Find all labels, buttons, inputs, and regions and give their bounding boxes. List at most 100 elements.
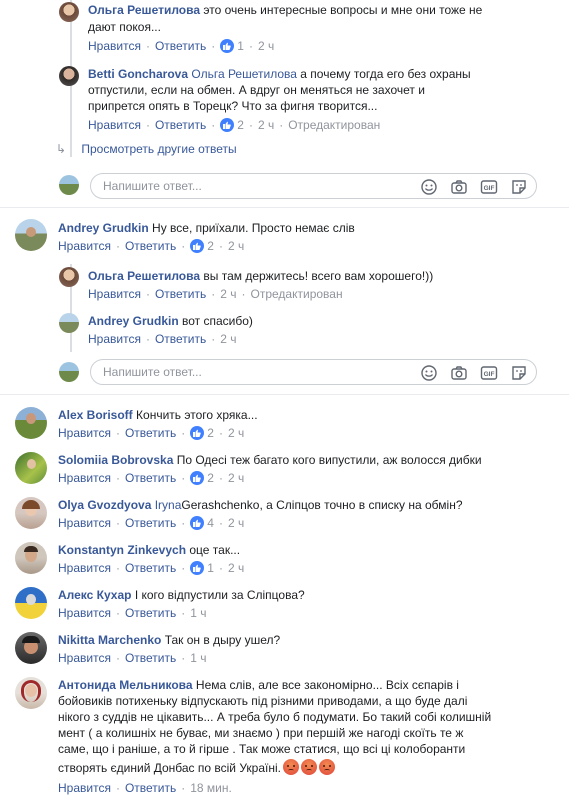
reply-link[interactable]: Ответить	[125, 515, 176, 531]
reply-link[interactable]: Ответить	[155, 331, 206, 347]
like-link[interactable]: Нравится	[58, 425, 111, 441]
author-name[interactable]: Антонида Мельникова	[58, 678, 193, 692]
comment-body: Так он в дыру ушел?	[164, 633, 281, 647]
reply-link[interactable]: Ответить	[155, 117, 206, 133]
timestamp[interactable]: 2 ч	[228, 515, 244, 531]
like-count[interactable]: 1	[207, 560, 214, 576]
reply-link[interactable]: Ответить	[125, 238, 176, 254]
avatar[interactable]	[15, 407, 47, 439]
like-reaction-icon[interactable]	[190, 239, 205, 253]
like-link[interactable]: Нравится	[58, 650, 111, 666]
timestamp[interactable]: 2 ч	[220, 286, 236, 302]
avatar[interactable]	[15, 219, 47, 251]
timestamp[interactable]: 2 ч	[228, 425, 244, 441]
reply-input[interactable]: Напишите ответ... GIF	[90, 359, 537, 385]
like-link[interactable]: Нравится	[58, 238, 111, 254]
mention-link[interactable]: Ольга Решетилова	[191, 67, 297, 81]
reply-link[interactable]: Ответить	[125, 425, 176, 441]
like-reaction-icon[interactable]	[190, 426, 205, 440]
author-name[interactable]: Konstantyn Zinkevych	[58, 543, 186, 557]
camera-icon[interactable]	[450, 364, 468, 382]
author-name[interactable]: Olya Gvozdyova	[58, 498, 151, 512]
like-reaction-icon[interactable]	[220, 39, 235, 53]
like-count[interactable]: 4	[207, 515, 214, 531]
like-link[interactable]: Нравится	[58, 605, 111, 621]
like-link[interactable]: Нравится	[58, 560, 111, 576]
avatar[interactable]	[59, 2, 79, 22]
avatar[interactable]	[15, 452, 47, 484]
author-name[interactable]: Andrey Grudkin	[58, 221, 149, 235]
edited-label[interactable]: Отредактирован	[288, 117, 380, 133]
avatar[interactable]	[59, 66, 79, 86]
timestamp[interactable]: 2 ч	[228, 560, 244, 576]
reply-link[interactable]: Ответить	[125, 470, 176, 486]
author-name[interactable]: Betti Goncharova	[88, 67, 188, 81]
like-count[interactable]: 2	[207, 470, 214, 486]
like-reaction-icon[interactable]	[220, 118, 235, 132]
view-more-replies[interactable]: ↳ Просмотреть другие ответы	[56, 141, 237, 157]
like-link[interactable]: Нравится	[58, 470, 111, 486]
like-reaction-icon[interactable]	[190, 471, 205, 485]
timestamp[interactable]: 1 ч	[190, 605, 206, 621]
reply-link[interactable]: Ответить	[125, 650, 176, 666]
like-reaction-icon[interactable]	[190, 516, 205, 530]
reply-link[interactable]: Ответить	[125, 560, 176, 576]
like-count[interactable]: 1	[237, 38, 244, 54]
timestamp[interactable]: 2 ч	[228, 238, 244, 254]
sticker-icon[interactable]	[510, 364, 528, 382]
avatar[interactable]	[15, 497, 47, 529]
reply-arrow-icon: ↳	[56, 142, 67, 156]
author-name[interactable]: Andrey Grudkin	[88, 314, 179, 328]
avatar[interactable]	[59, 313, 79, 333]
reply-link[interactable]: Ответить	[125, 780, 176, 796]
timestamp[interactable]: 2 ч	[258, 117, 274, 133]
mention-link[interactable]: Iryna	[155, 498, 182, 512]
comment-text-cont: дают покоя...	[88, 20, 161, 34]
like-count[interactable]: 2	[237, 117, 244, 133]
reply-input[interactable]: Напишите ответ... GIF	[90, 173, 537, 199]
emoji-icon[interactable]	[420, 364, 438, 382]
author-name[interactable]: Ольга Решетилова	[88, 269, 200, 283]
timestamp[interactable]: 2 ч	[220, 331, 236, 347]
avatar[interactable]	[15, 542, 47, 574]
comment-actions: Нравится · Ответить · 2 ч	[88, 331, 237, 347]
timestamp[interactable]: 2 ч	[228, 470, 244, 486]
comment-actions: Нравится · Ответить · 1 · 2 ч	[58, 560, 245, 576]
gif-icon[interactable]: GIF	[480, 364, 498, 382]
comment-actions: Нравится · Ответить · 2 · 2 ч	[58, 470, 245, 486]
gif-icon[interactable]: GIF	[480, 178, 498, 196]
avatar[interactable]	[15, 632, 47, 664]
divider	[0, 394, 569, 395]
camera-icon[interactable]	[450, 178, 468, 196]
emoji-icon[interactable]	[420, 178, 438, 196]
timestamp[interactable]: 2 ч	[258, 38, 274, 54]
timestamp[interactable]: 1 ч	[190, 650, 206, 666]
sticker-icon[interactable]	[510, 178, 528, 196]
author-name[interactable]: Alex Borisoff	[58, 408, 133, 422]
author-name[interactable]: Алекс Кухар	[58, 588, 131, 602]
like-link[interactable]: Нравится	[88, 286, 141, 302]
like-link[interactable]: Нравится	[88, 117, 141, 133]
avatar[interactable]	[15, 587, 47, 619]
reply-link[interactable]: Ответить	[155, 38, 206, 54]
like-link[interactable]: Нравится	[88, 331, 141, 347]
like-count[interactable]: 2	[207, 425, 214, 441]
avatar[interactable]	[59, 267, 79, 287]
reply-link[interactable]: Ответить	[155, 286, 206, 302]
edited-label[interactable]: Отредактирован	[251, 286, 343, 302]
author-name[interactable]: Solomiia Bobrovska	[58, 453, 173, 467]
author-name[interactable]: Ольга Решетилова	[88, 3, 200, 17]
avatar[interactable]	[15, 677, 47, 709]
author-name[interactable]: Nikitta Marchenko	[58, 633, 161, 647]
comment-text: Ольга Решетилова это очень интересные во…	[88, 2, 482, 18]
timestamp[interactable]: 18 мин.	[190, 780, 232, 796]
comment-text: Olya Gvozdyova IrynaGerashchenko, а Сліп…	[58, 497, 463, 513]
like-count[interactable]: 2	[207, 238, 214, 254]
comment-body: Кончить этого хряка...	[136, 408, 258, 422]
reply-link[interactable]: Ответить	[125, 605, 176, 621]
like-link[interactable]: Нравится	[58, 780, 111, 796]
like-link[interactable]: Нравится	[58, 515, 111, 531]
like-reaction-icon[interactable]	[190, 561, 205, 575]
comment-body: По Одесі теж багато кого випустили, аж в…	[176, 453, 482, 467]
like-link[interactable]: Нравится	[88, 38, 141, 54]
